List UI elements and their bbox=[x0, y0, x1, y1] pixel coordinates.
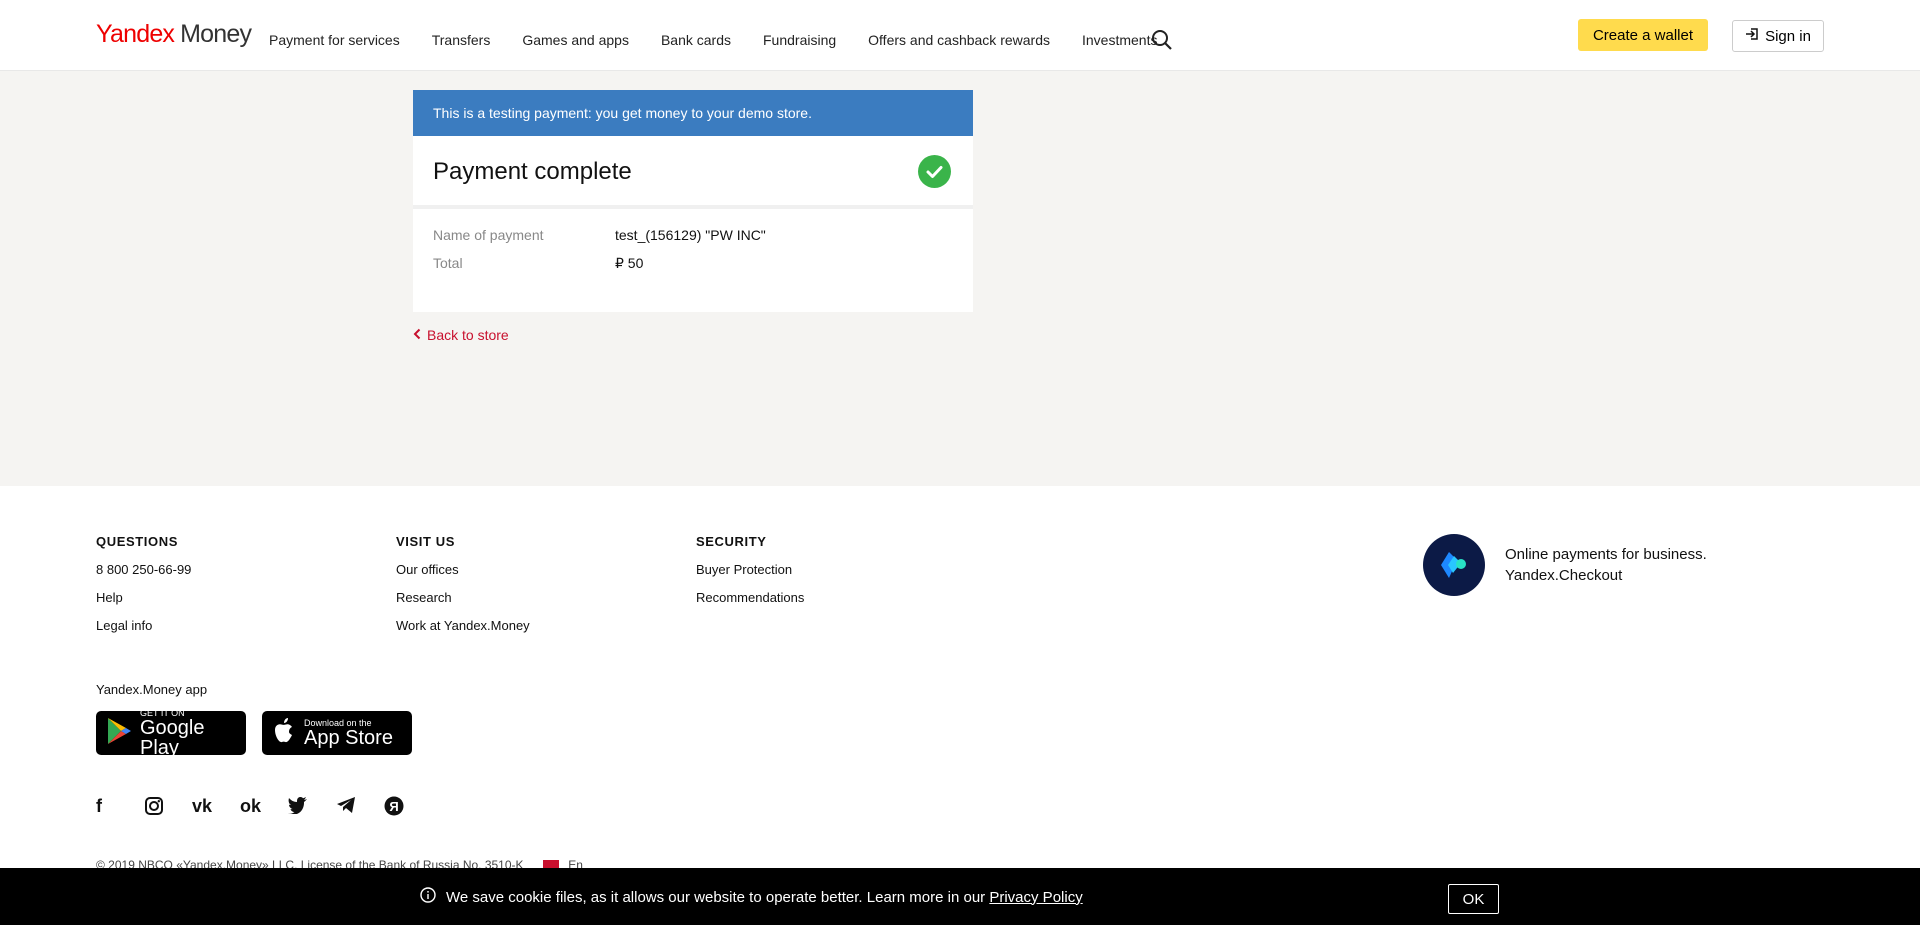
yandex-money-logo[interactable]: Yandex Money bbox=[96, 20, 252, 49]
detail-label: Name of payment bbox=[433, 227, 544, 243]
testing-notice: This is a testing payment: you get money… bbox=[413, 90, 973, 136]
success-check-icon bbox=[918, 155, 951, 188]
main-nav: Payment for services Transfers Games and… bbox=[269, 32, 1189, 48]
footer-visit: VISIT US Our offices Research Work at Ya… bbox=[396, 534, 530, 646]
detail-value: test_(156129) "PW INC" bbox=[615, 227, 766, 243]
nav-investments[interactable]: Investments bbox=[1082, 32, 1157, 48]
nav-payment-for-services[interactable]: Payment for services bbox=[269, 32, 400, 48]
cookie-text: We save cookie files, as it allows our w… bbox=[446, 888, 986, 906]
checkout-line-2: Yandex.Checkout bbox=[1505, 567, 1623, 584]
footer-help-link[interactable]: Help bbox=[96, 590, 191, 605]
google-play-icon bbox=[106, 717, 132, 750]
sign-in-icon bbox=[1745, 27, 1759, 45]
footer-phone[interactable]: 8 800 250-66-99 bbox=[96, 562, 191, 577]
nav-games-and-apps[interactable]: Games and apps bbox=[522, 32, 629, 48]
info-icon bbox=[420, 887, 436, 907]
cookie-ok-button[interactable]: OK bbox=[1448, 884, 1499, 914]
logo-money: Money bbox=[180, 20, 252, 48]
nav-transfers[interactable]: Transfers bbox=[432, 32, 491, 48]
footer-offices-link[interactable]: Our offices bbox=[396, 562, 530, 577]
detail-label: Total bbox=[433, 255, 463, 271]
app-store-big: App Store bbox=[304, 727, 393, 749]
social-links: f vk ok Я bbox=[96, 796, 432, 820]
telegram-icon[interactable] bbox=[336, 796, 384, 820]
footer-heading: VISIT US bbox=[396, 534, 455, 549]
footer-heading: SECURITY bbox=[696, 534, 767, 549]
cookie-banner: We save cookie files, as it allows our w… bbox=[0, 868, 1920, 925]
main-content: This is a testing payment: you get money… bbox=[0, 71, 1920, 486]
site-header: Yandex Money Payment for services Transfe… bbox=[0, 0, 1920, 71]
payment-card-header: Payment complete bbox=[413, 136, 973, 209]
odnoklassniki-icon[interactable]: ok bbox=[240, 796, 288, 820]
app-store-button[interactable]: Download on the App Store bbox=[262, 711, 412, 755]
nav-bank-cards[interactable]: Bank cards bbox=[661, 32, 731, 48]
nav-fundraising[interactable]: Fundraising bbox=[763, 32, 836, 48]
sign-in-button[interactable]: Sign in bbox=[1732, 20, 1824, 52]
cookie-message: We save cookie files, as it allows our w… bbox=[420, 887, 1083, 907]
payment-card: Payment complete Name of payment test_(1… bbox=[413, 136, 973, 312]
footer-work-link[interactable]: Work at Yandex.Money bbox=[396, 618, 530, 633]
sign-in-label: Sign in bbox=[1765, 27, 1811, 45]
page-title: Payment complete bbox=[433, 158, 632, 185]
logo-yandex: Yandex bbox=[96, 20, 175, 48]
yandex-icon[interactable]: Я bbox=[384, 796, 432, 820]
yandex-checkout-icon bbox=[1423, 534, 1485, 596]
chevron-left-icon bbox=[413, 327, 421, 343]
back-to-store-label: Back to store bbox=[427, 327, 509, 343]
create-wallet-button[interactable]: Create a wallet bbox=[1578, 19, 1708, 51]
back-to-store-link[interactable]: Back to store bbox=[413, 327, 509, 343]
privacy-policy-link[interactable]: Privacy Policy bbox=[989, 889, 1082, 906]
footer-research-link[interactable]: Research bbox=[396, 590, 530, 605]
checkout-line-1: Online payments for business. bbox=[1505, 546, 1707, 563]
google-play-button[interactable]: GET IT ON Google Play bbox=[96, 708, 246, 759]
footer-buyer-protection-link[interactable]: Buyer Protection bbox=[696, 562, 804, 577]
detail-row-total: Total ₽ 50 bbox=[433, 255, 953, 272]
detail-row-name: Name of payment test_(156129) "PW INC" bbox=[433, 227, 953, 243]
detail-value: ₽ 50 bbox=[615, 255, 644, 271]
footer-heading: QUESTIONS bbox=[96, 534, 178, 549]
apple-icon bbox=[272, 717, 296, 750]
twitter-icon[interactable] bbox=[288, 796, 336, 820]
footer-security: SECURITY Buyer Protection Recommendation… bbox=[696, 534, 804, 618]
app-label: Yandex.Money app bbox=[96, 682, 208, 697]
vk-icon[interactable]: vk bbox=[192, 796, 240, 820]
svg-text:Я: Я bbox=[389, 799, 398, 814]
search-icon[interactable] bbox=[1151, 29, 1173, 51]
instagram-icon[interactable] bbox=[144, 796, 192, 820]
facebook-icon[interactable]: f bbox=[96, 796, 144, 820]
footer-recommendations-link[interactable]: Recommendations bbox=[696, 590, 804, 605]
footer-questions: QUESTIONS 8 800 250-66-99 Help Legal inf… bbox=[96, 534, 191, 646]
google-play-big: Google Play bbox=[140, 717, 205, 759]
payment-details: Name of payment test_(156129) "PW INC" T… bbox=[413, 209, 973, 312]
yandex-checkout-promo[interactable]: Online payments for business. Yandex.Che… bbox=[1423, 534, 1707, 596]
site-footer: QUESTIONS 8 800 250-66-99 Help Legal inf… bbox=[0, 486, 1920, 925]
nav-offers-cashback[interactable]: Offers and cashback rewards bbox=[868, 32, 1050, 48]
footer-legal-link[interactable]: Legal info bbox=[96, 618, 191, 633]
